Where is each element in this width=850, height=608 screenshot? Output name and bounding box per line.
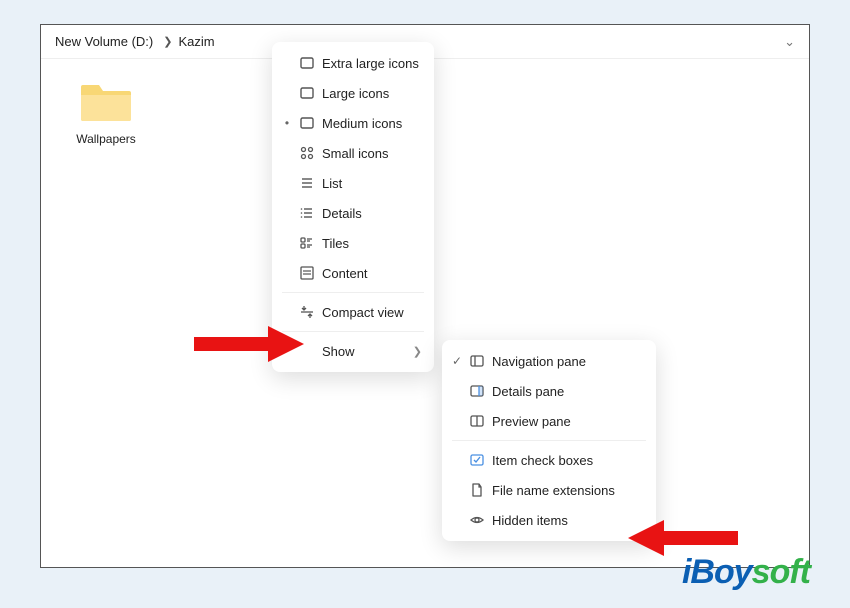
annotation-arrow-left (188, 322, 308, 366)
menu-item-list[interactable]: List (272, 168, 434, 198)
menu-separator (452, 440, 646, 441)
item-check-boxes-icon (466, 452, 488, 468)
compact-view-icon (296, 304, 318, 320)
menu-item-navigation-pane[interactable]: ✓Navigation pane (442, 346, 656, 376)
breadcrumb-item-folder[interactable]: Kazim (178, 34, 214, 49)
menu-separator (282, 292, 424, 293)
menu-item-content[interactable]: Content (272, 258, 434, 288)
folder-label: Wallpapers (76, 132, 136, 146)
menu-item-large-icons[interactable]: Large icons (272, 78, 434, 108)
chevron-right-icon: ❯ (163, 35, 172, 48)
menu-item-medium-icons[interactable]: •Medium icons (272, 108, 434, 138)
chevron-right-icon: ❯ (413, 345, 422, 358)
menu-item-small-icons[interactable]: Small icons (272, 138, 434, 168)
details-pane-icon (466, 383, 488, 399)
menu-item-file-name-extensions[interactable]: File name extensions (442, 475, 656, 505)
menu-item-details-pane[interactable]: Details pane (442, 376, 656, 406)
menu-item-tiles[interactable]: Tiles (272, 228, 434, 258)
small-icons-icon (296, 145, 318, 161)
menu-item-item-check-boxes[interactable]: Item check boxes (442, 445, 656, 475)
menu-item-extra-large-icons[interactable]: Extra large icons (272, 48, 434, 78)
medium-icons-icon (296, 115, 318, 131)
check-icon: ✓ (448, 354, 466, 368)
tiles-icon (296, 235, 318, 251)
folder-item[interactable]: Wallpapers (61, 79, 151, 146)
menu-item-preview-pane[interactable]: Preview pane (442, 406, 656, 436)
extra-large-icons-icon (296, 55, 318, 71)
bullet-icon: • (278, 116, 296, 130)
navigation-pane-icon (466, 353, 488, 369)
preview-pane-icon (466, 413, 488, 429)
hidden-items-icon (466, 512, 488, 528)
chevron-down-icon[interactable]: ⌄ (784, 34, 795, 50)
menu-item-details[interactable]: Details (272, 198, 434, 228)
brand-watermark: iBoysoft (0, 532, 850, 592)
breadcrumb-item-drive[interactable]: New Volume (D:) (55, 34, 153, 49)
folder-icon (79, 79, 133, 126)
show-submenu: ✓Navigation pane Details pane Preview pa… (442, 340, 656, 541)
large-icons-icon (296, 85, 318, 101)
content-icon (296, 265, 318, 281)
details-icon (296, 205, 318, 221)
file-name-extensions-icon (466, 482, 488, 498)
list-icon (296, 175, 318, 191)
